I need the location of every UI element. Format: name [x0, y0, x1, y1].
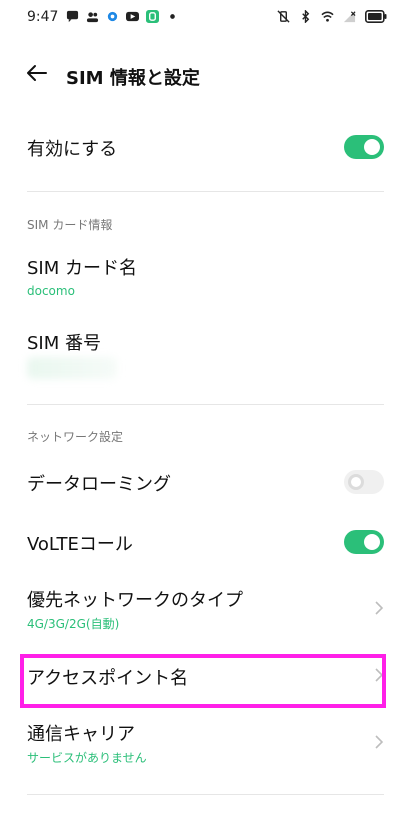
people-icon [86, 12, 99, 23]
notification-icons [66, 10, 179, 23]
enable-sim-toggle[interactable] [344, 135, 384, 159]
highlight-box [20, 654, 386, 708]
settings-gear-icon [107, 11, 118, 22]
enable-sim-row[interactable]: 有効にする [0, 125, 411, 169]
toggle-knob [364, 139, 380, 155]
app-header: SIM 情報と設定 [0, 56, 411, 96]
chat-icon [66, 10, 79, 23]
volte-row[interactable]: VoLTEコール [0, 522, 411, 566]
back-arrow-icon[interactable] [26, 62, 48, 84]
enable-sim-label: 有効にする [27, 139, 118, 160]
sim-number-label: SIM 番号 [27, 333, 101, 354]
preferred-network-label: 優先ネットワークのタイプ [27, 590, 243, 611]
sim-card-name-label: SIM カード名 [27, 258, 137, 279]
section-sim-card-info: SIM カード情報 [27, 218, 113, 232]
carrier-label: 通信キャリア [27, 724, 135, 745]
vibrate-mute-icon [277, 10, 290, 23]
carrier-value: サービスがありません [27, 751, 147, 765]
divider [27, 191, 384, 192]
volte-label: VoLTEコール [27, 534, 133, 555]
sim-number-redacted [27, 357, 117, 379]
dot-icon [170, 14, 175, 19]
toggle-knob [364, 534, 380, 550]
sim-card-name-row[interactable]: SIM カード名 docomo [0, 252, 411, 304]
app-icon [146, 10, 159, 23]
data-roaming-label: データローミング [27, 474, 171, 495]
sim-card-name-value: docomo [27, 284, 75, 298]
youtube-icon [126, 11, 139, 22]
chevron-right-icon [375, 601, 384, 615]
data-roaming-toggle[interactable] [344, 470, 384, 494]
volte-toggle[interactable] [344, 530, 384, 554]
status-time: 9:47 [27, 9, 59, 25]
preferred-network-type-row[interactable]: 優先ネットワークのタイプ 4G/3G/2G(自動) [0, 584, 411, 636]
bluetooth-icon [302, 10, 310, 23]
wifi-icon [321, 11, 334, 22]
chevron-right-icon [375, 735, 384, 749]
preferred-network-value: 4G/3G/2G(自動) [27, 617, 120, 631]
toggle-knob [348, 474, 364, 490]
status-bar: 9:47 [0, 0, 411, 36]
system-icons [277, 10, 387, 23]
section-network-settings: ネットワーク設定 [27, 430, 124, 444]
battery-icon [365, 10, 387, 23]
data-roaming-row[interactable]: データローミング [0, 462, 411, 506]
page-title: SIM 情報と設定 [66, 68, 200, 89]
carrier-row[interactable]: 通信キャリア サービスがありません [0, 718, 411, 770]
signal-icon [343, 10, 356, 23]
divider [27, 794, 384, 795]
divider [27, 404, 384, 405]
